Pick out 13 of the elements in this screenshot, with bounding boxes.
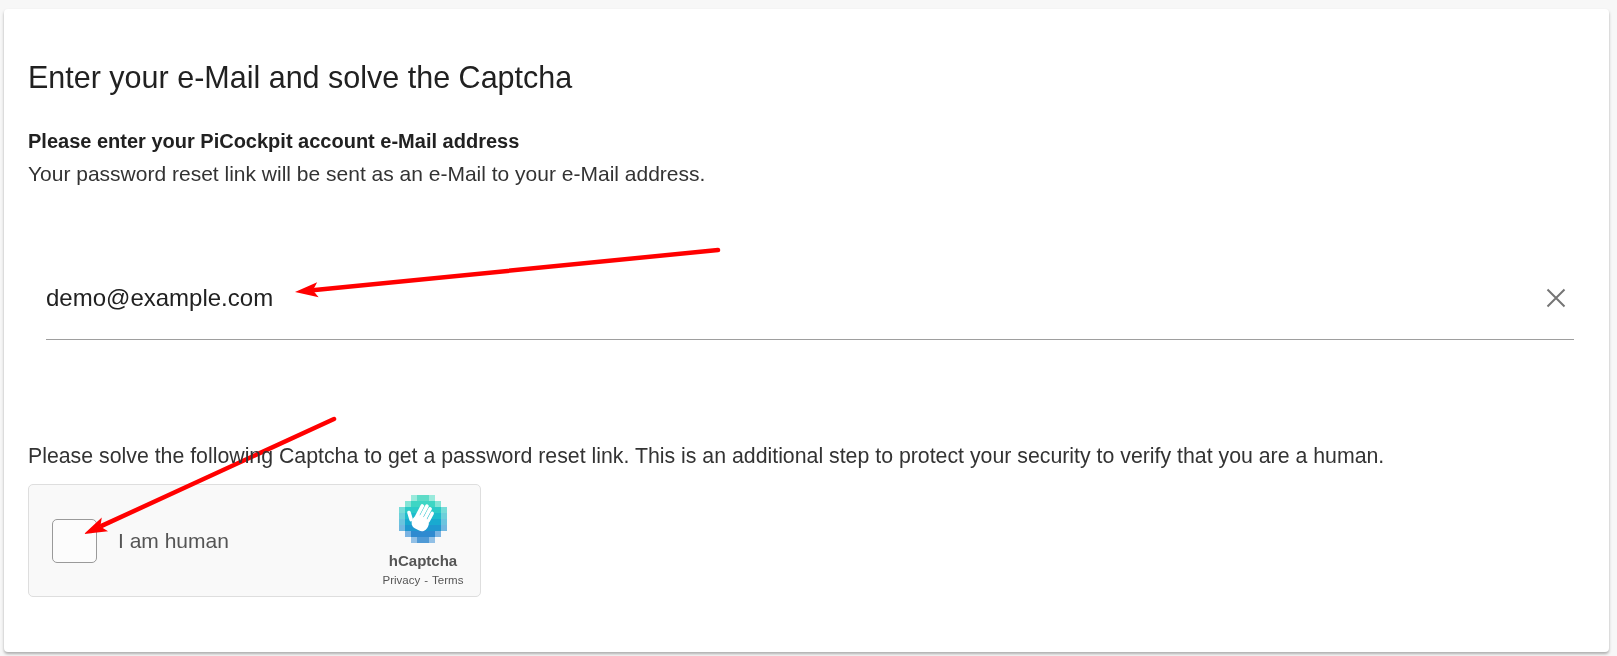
section-heading: Please enter your PiCockpit account e-Mail address <box>28 129 520 154</box>
clear-button[interactable] <box>1546 288 1566 308</box>
brand-name: hCaptcha <box>388 551 458 570</box>
card-title: Enter your e-Mail and solve the Captcha <box>28 59 573 95</box>
captcha-checkbox[interactable] <box>52 518 97 563</box>
captcha-link[interactable]: Privacy <box>382 572 421 587</box>
captcha-link[interactable]: Terms <box>432 572 464 587</box>
hand-logo-icon <box>399 494 447 543</box>
checkbox-label: I am human <box>118 527 229 554</box>
email-input[interactable]: demo@example.com <box>46 280 1574 340</box>
close-icon <box>1546 288 1566 308</box>
section-description: Your password reset link will be sent as an e-Mail to your e-Mail address. <box>28 161 706 187</box>
link-separator: - <box>424 572 429 587</box>
